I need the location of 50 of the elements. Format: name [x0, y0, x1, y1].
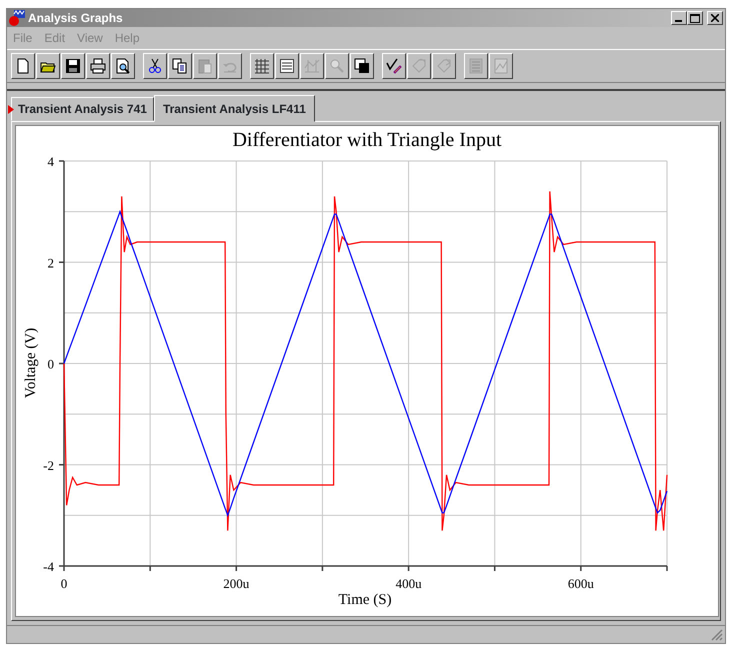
x-tick-label: 400u	[396, 576, 422, 591]
app-icon	[9, 10, 25, 26]
tag-arrow-icon	[436, 58, 452, 74]
toolbar-button[interactable]	[350, 53, 374, 79]
y-tick-label: -4	[43, 559, 54, 574]
grid-icon	[254, 58, 270, 74]
toolbar-button[interactable]	[111, 53, 135, 79]
x-axis-label: Time (S)	[338, 592, 392, 608]
minimize-button[interactable]	[671, 11, 687, 25]
y-tick-label: 2	[48, 255, 54, 270]
window-title: Analysis Graphs	[28, 10, 123, 27]
document-chart-icon	[468, 58, 484, 74]
triangle-marker-icon	[8, 105, 14, 114]
toolbar-button[interactable]	[86, 53, 110, 79]
close-button[interactable]	[707, 11, 723, 25]
copy-icon	[172, 58, 188, 74]
maximize-button[interactable]	[687, 11, 703, 25]
overlay-icon	[354, 58, 370, 74]
toolbar-button[interactable]	[382, 53, 406, 79]
toolbar-button[interactable]	[11, 53, 35, 79]
resize-grip-icon[interactable]	[711, 629, 723, 641]
document-icon	[15, 58, 31, 74]
y-tick-label: 0	[48, 356, 54, 372]
x-tick-label: 200u	[223, 576, 250, 591]
magnifier-icon	[329, 58, 345, 74]
toolbar-button[interactable]	[250, 53, 274, 79]
x-tick-label: 0	[60, 576, 68, 591]
printer-icon	[90, 58, 106, 74]
toolbar-button[interactable]	[61, 53, 85, 79]
maximize-icon	[690, 14, 700, 22]
cursor-lines-icon	[304, 58, 320, 74]
clipboard-icon	[197, 58, 213, 74]
y-axis-label: Voltage (V)	[23, 328, 39, 398]
list-icon	[279, 58, 295, 74]
close-icon	[711, 14, 719, 22]
y-tick-label: 4	[48, 154, 54, 169]
toolbar-button[interactable]	[143, 53, 167, 79]
chart-title: Differentiator with Triangle Input	[232, 129, 502, 151]
checkmark-pen-icon	[386, 58, 402, 74]
x-tick-label: 600u	[568, 576, 594, 591]
y-tick-label: -2	[43, 458, 54, 473]
tag-arrow-icon	[411, 58, 427, 74]
scissors-icon	[147, 58, 163, 74]
print-preview-icon	[115, 58, 131, 74]
toolbar-button[interactable]	[275, 53, 299, 79]
document-chart-icon	[493, 58, 509, 74]
toolbar-button[interactable]	[36, 53, 60, 79]
toolbar-button[interactable]	[168, 53, 192, 79]
tab[interactable]: Transient Analysis 741	[11, 97, 154, 121]
tab[interactable]: Transient Analysis LF411	[154, 95, 315, 122]
